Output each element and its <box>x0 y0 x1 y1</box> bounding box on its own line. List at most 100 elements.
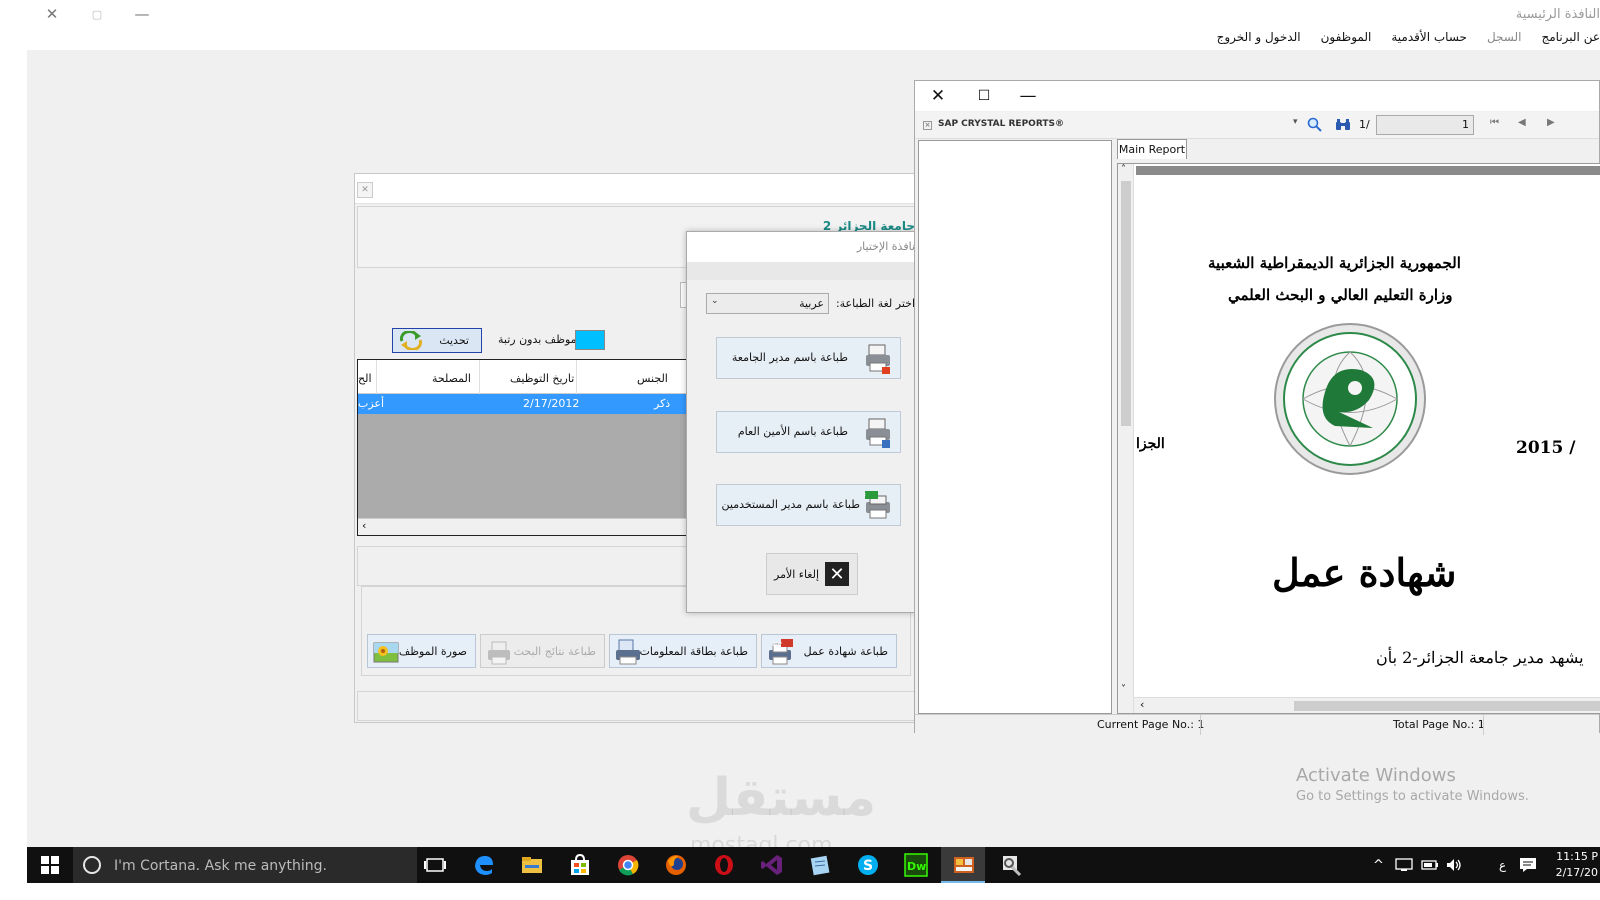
refresh-icon <box>400 331 422 350</box>
scroll-left-icon[interactable]: ‹ <box>362 519 366 532</box>
network-icon[interactable] <box>1395 858 1413 872</box>
print-work-certificate-button[interactable]: PDF طباعة شهادة عمل <box>761 634 897 668</box>
grid-horizontal-scrollbar[interactable]: ‹ <box>358 518 696 535</box>
svg-text:PDF: PDF <box>772 642 782 648</box>
choice-dialog-title: نافذة الإختيار <box>856 240 915 253</box>
crystal-brand: × SAP CRYSTAL REPORTS® <box>923 119 1064 130</box>
printer-icon <box>616 639 640 665</box>
scroll-left-icon[interactable]: ‹ <box>1140 698 1144 711</box>
clock-date: 2/17/20 <box>1555 866 1598 879</box>
crystal-reports-icon[interactable] <box>1000 853 1024 877</box>
maximize-icon[interactable]: ▢ <box>74 0 120 28</box>
cancel-label: إلغاء الأمر <box>774 568 820 581</box>
table-row[interactable]: ذكر 2/17/2012 أعزب <box>358 394 696 414</box>
minimize-icon[interactable]: — <box>1005 81 1051 111</box>
notification-icon[interactable] <box>1519 857 1537 873</box>
report-year: 2015 / <box>1516 438 1576 458</box>
report-partial-left: الجزا <box>1136 436 1165 452</box>
choice-dialog: نافذة الإختيار اختر لغة الطباعة: عربية ⌄… <box>686 231 916 613</box>
page-number-input[interactable]: 1 <box>1376 115 1474 135</box>
battery-icon[interactable] <box>1421 858 1439 872</box>
zoom-icon[interactable] <box>1307 117 1323 133</box>
language-select[interactable]: عربية ⌄ <box>706 293 829 314</box>
printer-icon <box>866 418 890 448</box>
chrome-icon[interactable] <box>616 853 640 877</box>
language-indicator[interactable]: ع <box>1499 858 1506 872</box>
left-edge <box>0 0 27 865</box>
scroll-up-icon[interactable]: ˄ <box>1121 164 1126 175</box>
bottom-edge <box>0 883 1600 900</box>
cell-hire-date: 2/17/2012 <box>523 397 580 410</box>
column-header-status[interactable]: الح <box>358 372 372 385</box>
print-as-secretary-button[interactable]: طباعة باسم الأمين العام <box>716 411 901 453</box>
file-explorer-icon[interactable] <box>520 853 544 877</box>
dreamweaver-icon[interactable]: Dw <box>904 853 928 877</box>
menu-item-seniority[interactable]: حساب الأقدمية <box>1391 30 1467 44</box>
first-page-icon[interactable]: ⏮ <box>1490 117 1499 128</box>
print-as-hr-director-label: طباعة باسم مدير المستخدمين <box>721 498 860 511</box>
legend-swatch <box>575 330 605 350</box>
menu-item-login[interactable]: الدخول و الخروج <box>1217 30 1301 44</box>
menu-item-employees[interactable]: الموظفون <box>1321 30 1372 44</box>
close-icon[interactable]: ✕ <box>915 81 961 111</box>
report-horizontal-scrollbar[interactable]: ‹ <box>1134 697 1600 713</box>
employees-grid[interactable]: الجنس تاريخ التوظيف المصلحة الح ذكر 2/17… <box>357 359 697 536</box>
minimize-icon[interactable]: — <box>119 0 165 28</box>
svg-text:Dw: Dw <box>907 860 926 873</box>
report-vertical-scrollbar[interactable]: ˄ ˅ <box>1118 164 1134 713</box>
cell-gender: ذكر <box>654 397 671 410</box>
menu-item-about[interactable]: عن البرنامج <box>1541 30 1600 44</box>
column-header-hire-date[interactable]: تاريخ التوظيف <box>510 372 574 385</box>
print-as-rector-button[interactable]: طباعة باسم مدير الجامعة <box>716 337 901 379</box>
grid-header: الجنس تاريخ التوظيف المصلحة الح <box>358 360 696 394</box>
legend-label: موظف بدون رتبة <box>498 333 577 346</box>
column-header-gender[interactable]: الجنس <box>637 372 668 385</box>
menu-item-log[interactable]: السجل <box>1487 30 1522 44</box>
scroll-down-icon[interactable]: ˅ <box>1121 684 1126 695</box>
close-icon[interactable]: ✕ <box>357 182 373 198</box>
toggle-tree-icon[interactable]: × <box>923 121 932 130</box>
group-tree-panel[interactable] <box>918 140 1112 714</box>
system-clock[interactable]: 11:15 P 2/17/20 <box>1556 849 1598 881</box>
printer-icon <box>866 344 890 374</box>
print-as-hr-director-button[interactable]: PDF طباعة باسم مدير المستخدمين <box>716 484 901 526</box>
scroll-thumb[interactable] <box>1121 181 1131 426</box>
taskbar: I'm Cortana. Ask me anything. S Dw ^ ع 1… <box>27 847 1600 883</box>
watermark-arabic: مستقل <box>686 768 877 828</box>
choice-dialog-title-bar: نافذة الإختيار <box>687 232 915 262</box>
previous-page-icon[interactable]: ◀ <box>1518 117 1526 128</box>
zoom-dropdown-icon[interactable]: ▾ <box>1293 117 1298 127</box>
maximize-icon[interactable]: ☐ <box>961 81 1007 111</box>
employee-app-icon[interactable] <box>952 853 976 877</box>
cortana-search-box[interactable]: I'm Cortana. Ask me anything. <box>73 847 417 883</box>
skype-icon[interactable]: S <box>856 853 880 877</box>
column-header-department[interactable]: المصلحة <box>432 372 471 385</box>
close-icon[interactable]: ✕ <box>29 0 75 28</box>
chevron-up-icon[interactable]: ^ <box>1373 858 1384 873</box>
firefox-icon[interactable] <box>664 853 688 877</box>
print-info-card-button[interactable]: طباعة بطاقة المعلومات <box>609 634 757 668</box>
notepad-icon[interactable] <box>808 853 832 877</box>
start-button[interactable] <box>27 847 73 883</box>
store-icon[interactable] <box>568 853 592 877</box>
cancel-button[interactable]: ✕ إلغاء الأمر <box>766 553 858 595</box>
refresh-button[interactable]: تحديث <box>392 328 482 353</box>
find-icon[interactable] <box>1335 117 1351 133</box>
task-view-icon[interactable] <box>423 853 447 877</box>
close-icon: ✕ <box>825 562 849 586</box>
svg-text:PDF: PDF <box>864 494 866 500</box>
visual-studio-icon[interactable] <box>760 853 784 877</box>
print-search-results-button[interactable]: طباعة نتائج البحث <box>480 634 605 668</box>
windows-logo-icon <box>41 856 59 874</box>
total-page-status: Total Page No.: 1 <box>1393 718 1485 731</box>
next-page-icon[interactable]: ▶ <box>1547 117 1555 128</box>
report-viewer[interactable]: ˄ ˅ الجمهورية الجزائرية الديمقراطية الشع… <box>1117 163 1600 714</box>
volume-icon[interactable] <box>1445 858 1463 872</box>
opera-icon[interactable] <box>712 853 736 877</box>
dialog-band <box>687 262 915 280</box>
cortana-icon <box>83 856 101 874</box>
employee-photo-button[interactable]: صورة الموظف <box>367 634 476 668</box>
tab-main-report[interactable]: Main Report <box>1117 139 1187 159</box>
edge-browser-icon[interactable] <box>472 853 496 877</box>
scroll-thumb[interactable] <box>1294 701 1600 711</box>
